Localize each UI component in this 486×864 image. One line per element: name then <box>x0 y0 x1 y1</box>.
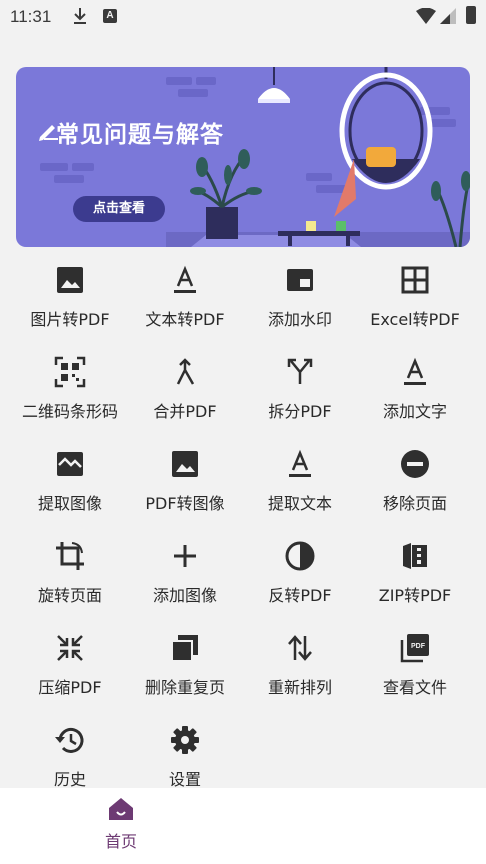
notification-icon: A <box>103 9 117 23</box>
tool-invert-pdf[interactable]: 反转PDF <box>242 528 358 620</box>
reorder-icon <box>288 635 312 661</box>
tool-label: 拆分PDF <box>268 402 332 421</box>
tool-rotate-pages[interactable]: 旋转页面 <box>12 528 128 620</box>
tool-label: 反转PDF <box>268 586 332 605</box>
tool-view-files[interactable]: PDF 查看文件 <box>357 620 473 712</box>
split-icon <box>287 358 313 384</box>
tool-label: 添加文字 <box>382 402 447 421</box>
tool-label: 压缩PDF <box>38 678 102 697</box>
tool-label: 添加水印 <box>267 310 332 329</box>
tool-label: PDF转图像 <box>145 494 225 513</box>
wifi-icon <box>416 8 436 24</box>
compress-icon <box>57 635 83 661</box>
faq-banner[interactable]: 常见问题与解答 点击查看 <box>16 67 470 247</box>
history-icon <box>55 727 84 753</box>
tool-label: 历史 <box>53 770 86 789</box>
qr-code-icon <box>54 356 86 388</box>
download-icon <box>74 8 86 24</box>
tool-label: 添加图像 <box>152 586 217 605</box>
tool-label: 重新排列 <box>267 678 332 697</box>
merge-icon <box>176 358 195 385</box>
view-faq-button[interactable]: 点击查看 <box>73 196 165 222</box>
tool-label: 查看文件 <box>382 678 447 697</box>
tool-reorder[interactable]: 重新排列 <box>242 620 358 712</box>
image-icon <box>172 451 198 477</box>
banner-title: 常见问题与解答 <box>56 122 224 148</box>
tool-label: 删除重复页 <box>144 678 225 697</box>
tool-label: 提取文本 <box>267 494 332 513</box>
tool-pdf-to-image[interactable]: PDF转图像 <box>127 436 243 528</box>
duplicate-icon <box>171 635 198 662</box>
tool-label: 合并PDF <box>153 402 217 421</box>
tool-label: 设置 <box>168 770 201 789</box>
gear-icon <box>171 726 199 754</box>
tool-merge-pdf[interactable]: 合并PDF <box>127 344 243 436</box>
image-icon <box>57 267 83 293</box>
tool-add-image[interactable]: 添加图像 <box>127 528 243 620</box>
tool-qr-barcode[interactable]: 二维码条形码 <box>12 344 128 436</box>
svg-text:PDF: PDF <box>411 643 426 650</box>
tool-label: 文本转PDF <box>145 310 225 329</box>
tool-label: 提取图像 <box>37 494 102 513</box>
zip-icon <box>403 543 427 569</box>
battery-icon <box>466 6 476 24</box>
tool-label: 移除页面 <box>382 494 447 513</box>
rotate-icon <box>56 542 84 570</box>
home-icon <box>109 798 133 820</box>
contrast-icon <box>285 541 315 571</box>
watermark-icon <box>287 269 313 291</box>
tool-split-pdf[interactable]: 拆分PDF <box>242 344 358 436</box>
tool-excel-to-pdf[interactable]: Excel转PDF <box>357 252 473 344</box>
bottom-navigation: 首页 <box>0 788 486 864</box>
text-icon <box>404 357 426 385</box>
nav-home[interactable]: 首页 <box>96 796 146 856</box>
tool-remove-pages[interactable]: 移除页面 <box>357 436 473 528</box>
tool-label: 图片转PDF <box>30 310 110 329</box>
status-bar: 11:31 A <box>0 0 486 36</box>
tool-compress-pdf[interactable]: 压缩PDF <box>12 620 128 712</box>
tool-extract-text[interactable]: 提取文本 <box>242 436 358 528</box>
tool-remove-duplicates[interactable]: 删除重复页 <box>127 620 243 712</box>
tool-image-to-pdf[interactable]: 图片转PDF <box>12 252 128 344</box>
status-time: 11:31 <box>10 7 52 26</box>
table-icon <box>401 266 429 294</box>
tool-zip-to-pdf[interactable]: ZIP转PDF <box>357 528 473 620</box>
nav-home-label: 首页 <box>104 832 137 851</box>
tool-extract-images[interactable]: 提取图像 <box>12 436 128 528</box>
remove-circle-icon <box>401 450 429 478</box>
pdf-file-icon: PDF <box>400 634 429 663</box>
broken-image-icon <box>57 452 83 476</box>
tool-add-watermark[interactable]: 添加水印 <box>242 252 358 344</box>
tool-label: 旋转页面 <box>37 586 102 605</box>
tool-add-text[interactable]: 添加文字 <box>357 344 473 436</box>
tool-text-to-pdf[interactable]: 文本转PDF <box>127 252 243 344</box>
tool-label: ZIP转PDF <box>378 586 452 605</box>
signal-icon <box>440 8 456 24</box>
text-icon <box>289 449 311 477</box>
text-icon <box>174 265 196 293</box>
plus-icon <box>174 545 196 567</box>
tool-label: 二维码条形码 <box>21 402 118 421</box>
tool-label: Excel转PDF <box>370 310 460 329</box>
